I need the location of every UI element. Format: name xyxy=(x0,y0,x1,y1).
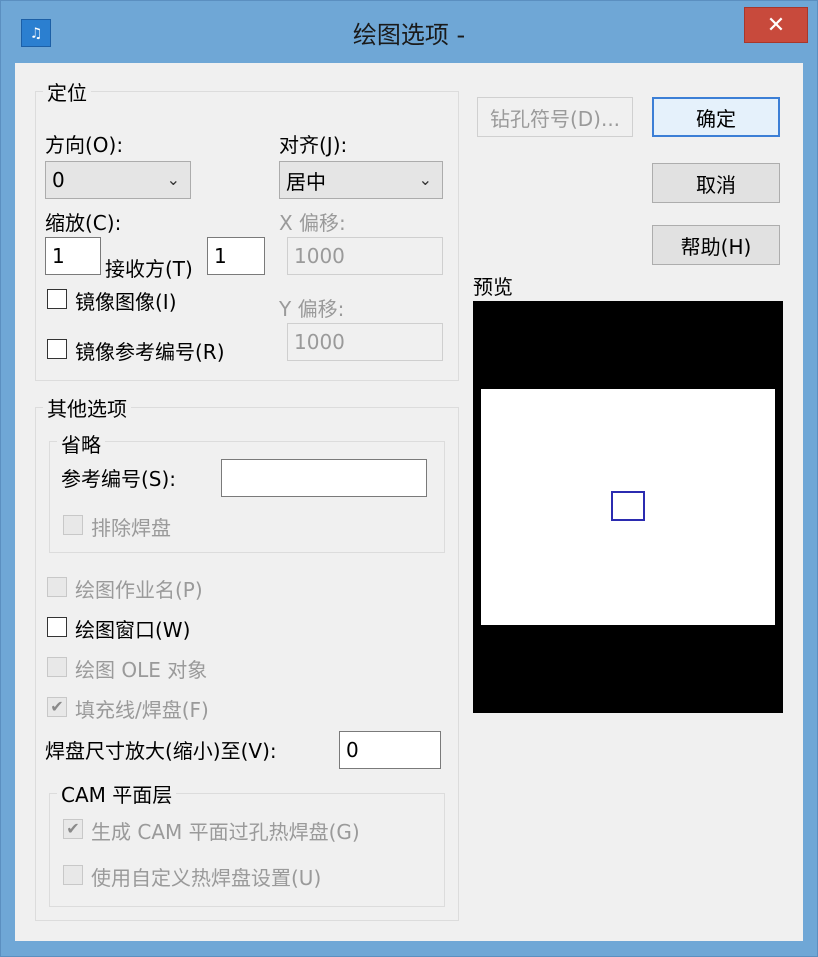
receive-value: 1 xyxy=(214,244,227,268)
y-offset-input[interactable]: 1000 xyxy=(287,323,443,361)
refdes-label: 参考编号(S): xyxy=(61,467,177,491)
drill-symbol-label: 钻孔符号(D)... xyxy=(489,106,621,131)
orientation-label: 方向(O): xyxy=(45,133,124,157)
x-offset-input[interactable]: 1000 xyxy=(287,237,443,275)
cancel-button[interactable]: 取消 xyxy=(652,163,780,203)
plot-ole-checkbox[interactable] xyxy=(47,657,67,677)
plot-window-label[interactable]: 绘图窗口(W) xyxy=(75,614,190,643)
scale-label: 缩放(C): xyxy=(45,211,122,235)
chevron-down-icon: ⌄ xyxy=(166,170,180,189)
title-bar[interactable]: ♫ 绘图选项 - ✕ xyxy=(1,1,817,63)
x-offset-label: X 偏移: xyxy=(279,211,346,235)
window-title: 绘图选项 - xyxy=(352,21,466,49)
scale-value: 1 xyxy=(52,244,65,268)
plot-job-name-checkbox[interactable] xyxy=(47,577,67,597)
preview-pad xyxy=(611,491,645,521)
pad-scale-input[interactable]: 0 xyxy=(339,731,441,769)
pad-scale-value: 0 xyxy=(346,738,359,762)
cam-custom-checkbox[interactable] xyxy=(63,865,83,885)
cam-generate-checkbox[interactable]: ✔ xyxy=(63,819,83,839)
plot-job-name-label[interactable]: 绘图作业名(P) xyxy=(75,574,203,603)
plot-options-dialog: ♫ 绘图选项 - ✕ 定位 方向(O): 0 ⌄ 对齐(J): 居中 ⌄ 缩放(… xyxy=(0,0,818,957)
check-icon: ✔ xyxy=(50,697,64,716)
exclude-pads-label[interactable]: 排除焊盘 xyxy=(91,512,171,541)
drill-symbol-button[interactable]: 钻孔符号(D)... xyxy=(477,97,633,137)
align-label: 对齐(J): xyxy=(279,133,348,157)
preview-board xyxy=(481,389,775,625)
cam-generate-label[interactable]: 生成 CAM 平面过孔热焊盘(G) xyxy=(91,816,360,845)
dialog-client: 定位 方向(O): 0 ⌄ 对齐(J): 居中 ⌄ 缩放(C): 1 接收方(T… xyxy=(15,63,803,941)
close-icon: ✕ xyxy=(766,12,786,38)
cancel-label: 取消 xyxy=(696,172,736,197)
pad-scale-label: 焊盘尺寸放大(缩小)至(V): xyxy=(45,739,277,763)
fill-checkbox[interactable]: ✔ xyxy=(47,697,67,717)
orientation-value: 0 xyxy=(52,168,65,192)
cam-plane-group-label: CAM 平面层 xyxy=(57,779,177,808)
align-value: 居中 xyxy=(286,169,326,194)
mirror-image-label[interactable]: 镜像图像(I) xyxy=(75,286,177,315)
align-select[interactable]: 居中 ⌄ xyxy=(279,161,443,199)
ok-button[interactable]: 确定 xyxy=(652,97,780,137)
receive-label: 接收方(T) xyxy=(105,257,193,281)
orientation-select[interactable]: 0 ⌄ xyxy=(45,161,191,199)
mirror-refdes-checkbox[interactable] xyxy=(47,339,67,359)
chevron-down-icon: ⌄ xyxy=(418,170,432,189)
cam-custom-label[interactable]: 使用自定义热焊盘设置(U) xyxy=(91,862,321,891)
omit-group-label: 省略 xyxy=(57,429,105,458)
other-options-label: 其他选项 xyxy=(43,393,131,422)
plot-window-checkbox[interactable] xyxy=(47,617,67,637)
exclude-pads-checkbox[interactable] xyxy=(63,515,83,535)
preview-canvas xyxy=(473,301,783,713)
scale-input[interactable]: 1 xyxy=(45,237,101,275)
preview-label: 预览 xyxy=(473,275,513,299)
check-icon: ✔ xyxy=(66,819,80,838)
mirror-image-checkbox[interactable] xyxy=(47,289,67,309)
close-button[interactable]: ✕ xyxy=(744,7,808,43)
refdes-input[interactable] xyxy=(221,459,427,497)
ok-label: 确定 xyxy=(696,106,736,131)
mirror-refdes-label[interactable]: 镜像参考编号(R) xyxy=(75,336,225,365)
y-offset-label: Y 偏移: xyxy=(279,297,345,321)
fill-label[interactable]: 填充线/焊盘(F) xyxy=(75,694,209,723)
receive-input[interactable]: 1 xyxy=(207,237,265,275)
x-offset-value: 1000 xyxy=(294,244,345,268)
y-offset-value: 1000 xyxy=(294,330,345,354)
help-button[interactable]: 帮助(H) xyxy=(652,225,780,265)
positioning-group-label: 定位 xyxy=(43,77,91,106)
help-label: 帮助(H) xyxy=(680,234,752,259)
plot-ole-label[interactable]: 绘图 OLE 对象 xyxy=(75,654,207,683)
